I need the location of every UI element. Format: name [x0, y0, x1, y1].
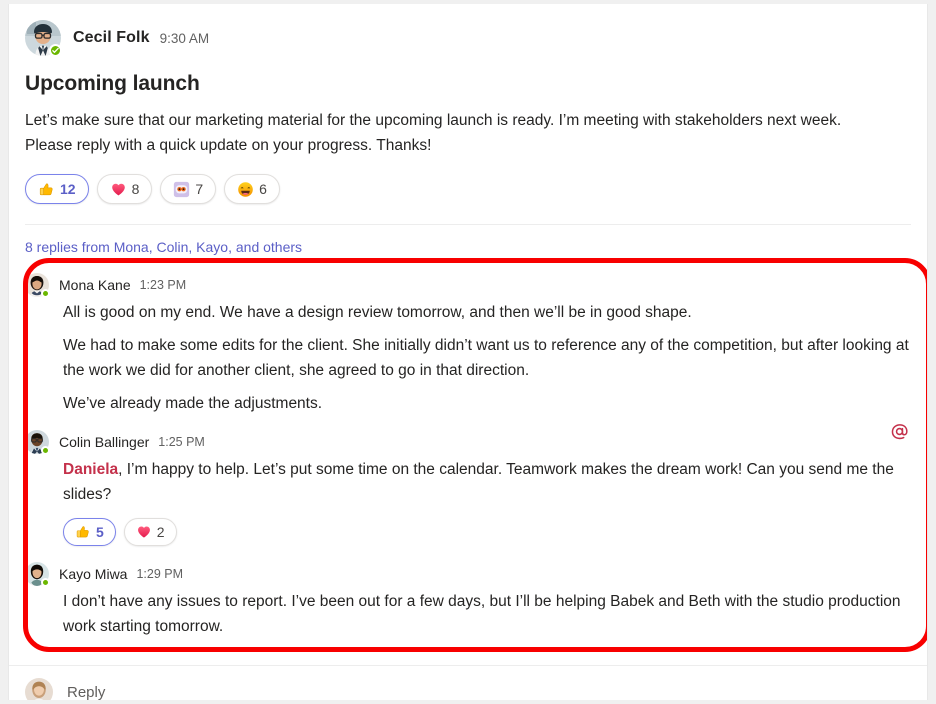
- reply-composer[interactable]: Reply: [9, 666, 927, 700]
- reaction-surprised-face[interactable]: 7: [160, 174, 217, 204]
- cecil-folk-avatar[interactable]: [25, 20, 62, 57]
- colin-ballinger-avatar[interactable]: [25, 430, 50, 455]
- message-subject: Upcoming launch: [25, 72, 200, 95]
- reply-paragraph: I don’t have any issues to report. I’ve …: [63, 593, 901, 635]
- reply-header: Colin Ballinger 1:25 PM: [25, 430, 911, 455]
- reply-reaction-bar: 5 2: [63, 518, 911, 546]
- reply-timestamp: 1:23 PM: [139, 278, 187, 292]
- reply-paragraph: We had to make some edits for the client…: [63, 337, 909, 379]
- root-reaction-bar: 12 8 7 6: [25, 174, 911, 204]
- reply-placeholder[interactable]: Reply: [67, 684, 105, 701]
- replies-summary-link[interactable]: 8 replies from Mona, Colin, Kayo, and ot…: [9, 225, 318, 265]
- current-user-avatar: [25, 678, 53, 700]
- reaction-laughing-face[interactable]: 6: [224, 174, 280, 204]
- root-author-name[interactable]: Cecil Folk: [73, 29, 150, 47]
- presence-available-badge: [41, 446, 50, 455]
- root-message: Cecil Folk 9:30 AM Upcoming launch Let’s…: [9, 4, 927, 225]
- reply-author-name[interactable]: Kayo Miwa: [59, 566, 127, 582]
- reaction-count: 6: [259, 181, 267, 197]
- reply-paragraph: , I’m happy to help. Let’s put some time…: [63, 461, 894, 503]
- thumbs-up-icon: [38, 181, 55, 198]
- reply-timestamp: 1:25 PM: [158, 435, 205, 449]
- reaction-heart[interactable]: 8: [96, 174, 153, 204]
- reply-header: Mona Kane 1:23 PM: [25, 273, 911, 298]
- presence-available-badge: [41, 289, 50, 298]
- mention-icon[interactable]: [890, 422, 909, 445]
- presence-available-badge: [49, 44, 62, 57]
- reaction-count: 12: [60, 181, 76, 197]
- reply-item: Kayo Miwa 1:29 PM I don’t have any issue…: [25, 546, 911, 639]
- heart-icon: [110, 181, 127, 198]
- root-message-header: Cecil Folk 9:30 AM: [25, 20, 911, 57]
- surprised-face-icon: [173, 181, 190, 198]
- thread-panel: Cecil Folk 9:30 AM Upcoming launch Let’s…: [8, 4, 928, 700]
- reaction-thumbs-up[interactable]: 12: [25, 174, 89, 204]
- mona-kane-avatar[interactable]: [25, 273, 50, 298]
- root-message-body: Let’s make sure that our marketing mater…: [25, 112, 842, 154]
- reply-item: Colin Ballinger 1:25 PM Daniela, I’m hap…: [25, 416, 911, 546]
- reply-author-name[interactable]: Colin Ballinger: [59, 434, 149, 450]
- user-mention[interactable]: Daniela: [63, 461, 118, 478]
- reaction-count: 8: [131, 181, 140, 197]
- presence-available-badge: [41, 578, 50, 587]
- reply-header: Kayo Miwa 1:29 PM: [25, 562, 911, 587]
- reaction-count: 7: [195, 181, 204, 197]
- laughing-face-icon: [237, 181, 254, 198]
- reply-list: Mona Kane 1:23 PM All is good on my end.…: [9, 265, 927, 639]
- reply-body: All is good on my end. We have a design …: [63, 300, 911, 416]
- heart-icon: [136, 524, 152, 540]
- root-timestamp: 9:30 AM: [159, 30, 210, 46]
- reaction-count: 2: [156, 524, 165, 540]
- reaction-thumbs-up[interactable]: 5: [63, 518, 116, 546]
- reply-timestamp: 1:29 PM: [136, 567, 184, 581]
- reply-paragraph: We’ve already made the adjustments.: [63, 395, 323, 412]
- reply-item: Mona Kane 1:23 PM All is good on my end.…: [25, 265, 911, 416]
- reply-body: Daniela, I’m happy to help. Let’s put so…: [63, 457, 911, 507]
- reply-author-name[interactable]: Mona Kane: [59, 277, 131, 293]
- thumbs-up-icon: [75, 524, 91, 540]
- reply-paragraph: All is good on my end. We have a design …: [63, 304, 692, 321]
- kayo-miwa-avatar[interactable]: [25, 562, 50, 587]
- reaction-heart[interactable]: 2: [123, 518, 177, 546]
- reaction-count: 5: [96, 524, 104, 540]
- reply-body: I don’t have any issues to report. I’ve …: [63, 589, 911, 639]
- replies-summary-link-wrap: 8 replies from Mona, Colin, Kayo, and ot…: [9, 225, 927, 265]
